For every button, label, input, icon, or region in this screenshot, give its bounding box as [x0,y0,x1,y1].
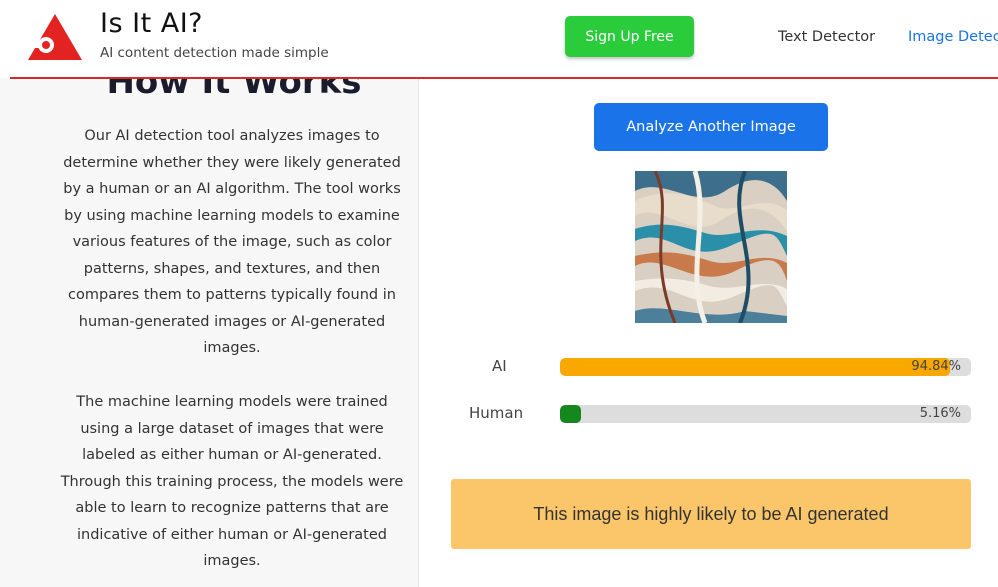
how-it-works-paragraph-2: The machine learning models were trained… [60,394,404,569]
verdict-text: This image is highly likely to be AI gen… [533,503,889,524]
how-it-works-panel: How It Works Our AI detection tool analy… [0,60,419,587]
ai-score-label: AI [492,357,507,375]
analyze-another-image-button[interactable]: Analyze Another Image [594,103,828,151]
human-score-percent: 5.16% [919,406,961,421]
how-it-works-paragraph-1: Our AI detection tool analyzes images to… [63,128,401,356]
sign-up-button[interactable]: Sign Up Free [565,16,694,57]
site-title[interactable]: Is It AI? [100,8,203,39]
human-score-bar: 5.16% [560,405,971,423]
human-score-label: Human [469,404,524,422]
ai-score-bar: 94.84% [560,358,971,376]
logo-icon[interactable] [26,12,84,62]
nav-link-image-detector[interactable]: Image Detector [908,29,998,45]
human-score-fill [560,405,582,423]
header-divider [10,77,998,79]
verdict-banner: This image is highly likely to be AI gen… [451,479,971,549]
site-tagline: AI content detection made simple [100,45,329,61]
analyzed-image-thumbnail [635,171,787,323]
site-header: Is It AI? AI content detection made simp… [0,0,998,78]
nav-link-text-detector[interactable]: Text Detector [778,29,875,45]
ai-score-fill [560,358,950,376]
ai-score-percent: 94.84% [911,359,961,374]
